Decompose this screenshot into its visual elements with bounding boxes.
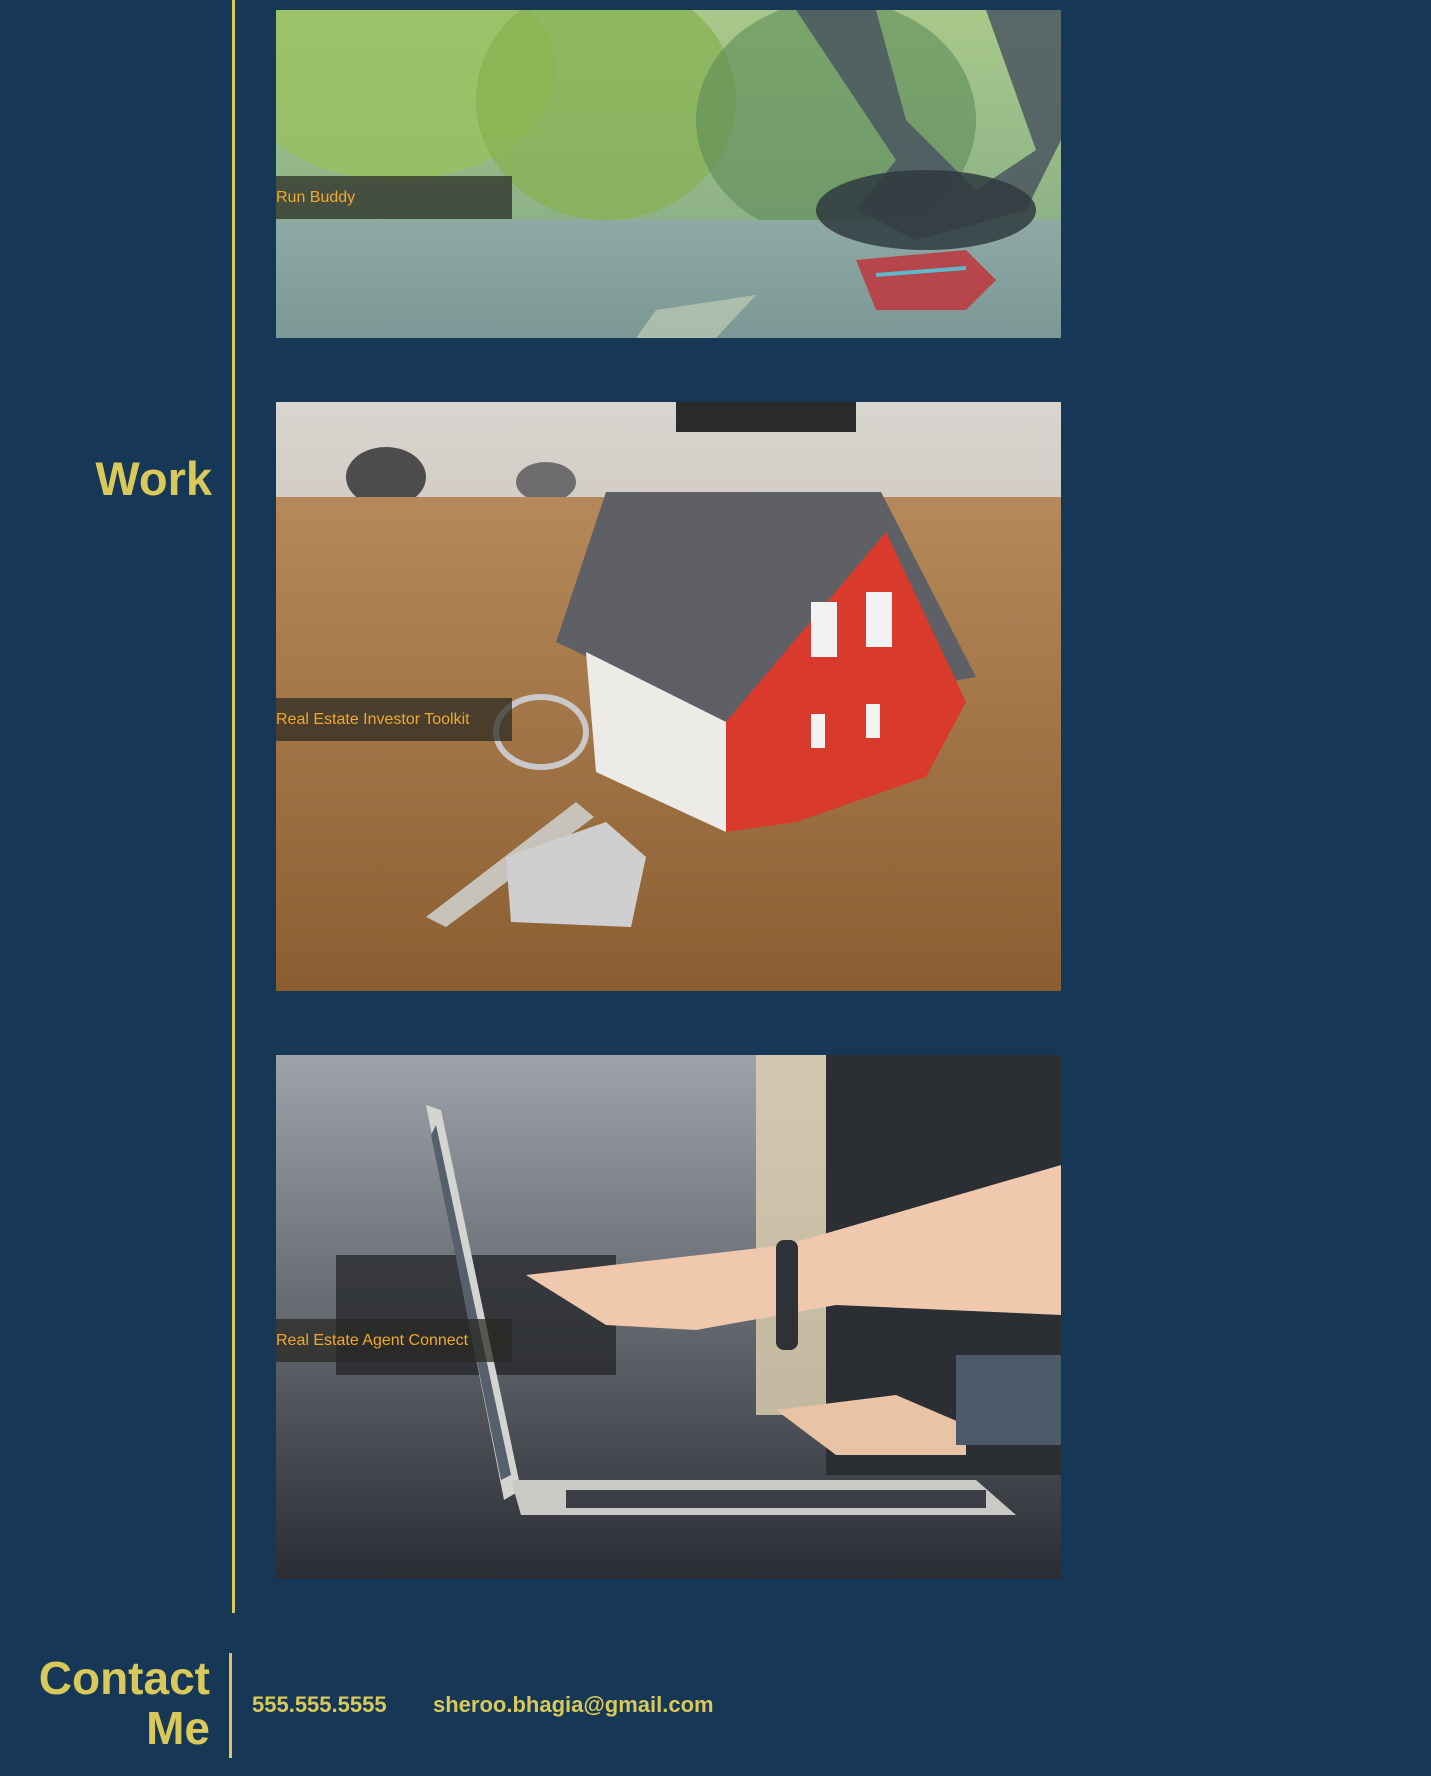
contact-heading-line1: Contact: [38, 1652, 210, 1704]
project-title-label: Real Estate Investor Toolkit: [276, 698, 512, 741]
runner-tying-shoe-photo: [276, 10, 1061, 338]
contact-heading-line2: Me: [146, 1702, 210, 1754]
email-link[interactable]: sheroo.bhagia@gmail.com: [433, 1691, 714, 1719]
contact-divider: [229, 1653, 232, 1758]
contact-heading: Contact Me: [0, 1653, 210, 1753]
project-card-real-estate-investor-toolkit[interactable]: Real Estate Investor Toolkit: [276, 402, 1061, 991]
work-heading: Work: [95, 452, 212, 505]
project-title-label: Run Buddy: [276, 176, 512, 219]
phone-link[interactable]: 555.555.5555: [252, 1691, 387, 1719]
project-card-real-estate-agent-connect[interactable]: Real Estate Agent Connect: [276, 1055, 1061, 1579]
hands-pointing-at-laptop-photo: [276, 1055, 1061, 1579]
project-title-label: Real Estate Agent Connect: [276, 1319, 512, 1362]
project-card-run-buddy[interactable]: Run Buddy: [276, 10, 1061, 338]
work-divider: [232, 0, 235, 1613]
model-house-with-keys-photo: [276, 402, 1061, 991]
